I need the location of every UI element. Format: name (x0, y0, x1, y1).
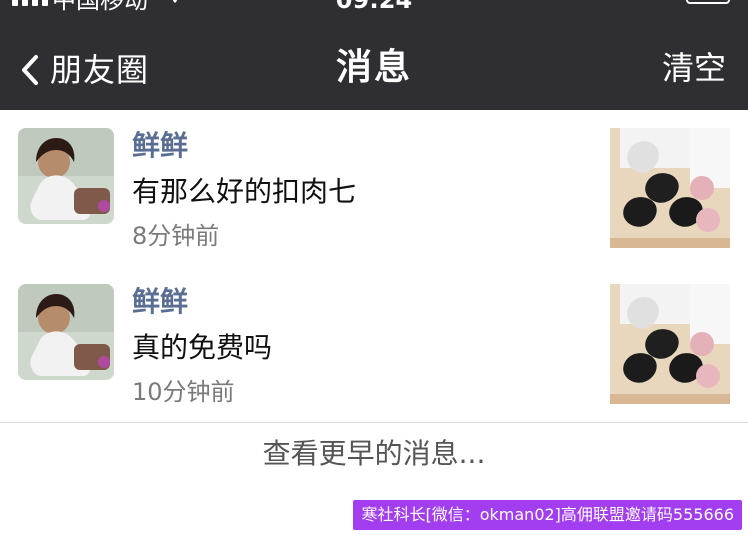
navigation-bar: 朋友圈 消息 清空 (0, 36, 748, 110)
message-time: 8分钟前 (132, 222, 220, 250)
avatar-image (18, 284, 114, 380)
back-label: 朋友圈 (50, 51, 150, 89)
signal-bar (12, 0, 18, 6)
signal-bars-icon (12, 0, 48, 6)
signal-bar (42, 0, 48, 6)
watermark: 寒社科长[微信：okman02]高佣联盟邀请码555666 (353, 500, 742, 530)
top-bar: 中国移动 09:24 朋友圈 消息 清空 (0, 0, 748, 110)
back-button[interactable]: 朋友圈 (18, 48, 149, 92)
status-bar: 中国移动 09:24 (0, 0, 748, 18)
post-thumbnail[interactable] (610, 128, 730, 248)
post-thumbnail[interactable] (610, 284, 730, 404)
sender-name[interactable]: 鲜鲜 (132, 288, 188, 316)
message-row[interactable]: 鲜鲜 真的免费吗 10分钟前 (0, 266, 748, 422)
signal-bar (22, 0, 28, 6)
thumbnail-image (610, 284, 730, 404)
signal-bar (32, 0, 38, 6)
thumbnail-image (610, 128, 730, 248)
battery-icon (686, 0, 730, 4)
message-row[interactable]: 鲜鲜 有那么好的扣肉七 8分钟前 (0, 110, 748, 266)
load-earlier-messages[interactable]: 查看更早的消息... (0, 440, 748, 468)
sender-name[interactable]: 鲜鲜 (132, 132, 188, 160)
message-text: 有那么好的扣肉七 (132, 175, 357, 208)
wifi-icon (172, 0, 178, 3)
row-divider (0, 422, 748, 423)
message-screen: 中国移动 09:24 朋友圈 消息 清空 鲜鲜 有那么好的扣肉七 8分钟前 鲜鲜… (0, 0, 748, 536)
message-text: 真的免费吗 (132, 331, 273, 364)
message-time: 10分钟前 (132, 378, 235, 406)
carrier-label: 中国移动 (52, 0, 148, 14)
avatar[interactable] (18, 284, 114, 380)
avatar-image (18, 128, 114, 224)
page-title: 消息 (335, 47, 413, 88)
avatar[interactable] (18, 128, 114, 224)
chevron-left-icon (22, 55, 38, 85)
status-time: 09:24 (335, 0, 413, 14)
clear-button[interactable]: 清空 (662, 52, 726, 84)
message-list: 鲜鲜 有那么好的扣肉七 8分钟前 鲜鲜 真的免费吗 10分钟前 查看更早的消息.… (0, 110, 748, 536)
